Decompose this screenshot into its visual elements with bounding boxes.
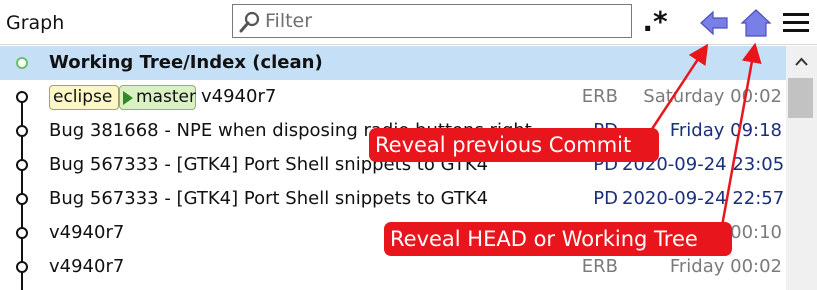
commit-row[interactable]: Bug 567333 - [GTK4] Port Shell snippets …	[0, 182, 786, 216]
callout-reveal-head: Reveal HEAD or Working Tree	[384, 222, 732, 256]
commit-message: Working Tree/Index (clean)	[49, 52, 323, 73]
graph-node	[16, 193, 28, 205]
commit-author: ERB	[581, 256, 618, 277]
filter-box[interactable]	[232, 4, 632, 38]
graph-node	[16, 261, 28, 273]
vertical-scrollbar[interactable]	[786, 46, 817, 290]
graph-node	[16, 125, 28, 137]
commit-row[interactable]: eclipse master v4940r7 ERB Saturday 00:0…	[0, 80, 786, 114]
branch-label-eclipse[interactable]: eclipse	[49, 85, 119, 110]
scrollbar-thumb[interactable]	[788, 78, 813, 118]
regex-toggle-button[interactable]: .*	[638, 4, 672, 40]
back-arrow-icon[interactable]	[698, 8, 730, 38]
callout-reveal-previous: Reveal previous Commit	[369, 128, 659, 162]
home-icon[interactable]	[740, 8, 772, 38]
commit-message: Bug 567333 - [GTK4] Port Shell snippets …	[49, 188, 489, 209]
graph-node	[16, 159, 28, 171]
search-icon	[239, 11, 260, 33]
graph-header: Graph .*	[0, 0, 817, 46]
commit-message: v4940r7	[49, 256, 125, 277]
commit-date: 2020-09-24 22:57	[622, 188, 785, 209]
commit-author: ERB	[581, 86, 618, 107]
scroll-up-icon[interactable]	[786, 48, 817, 76]
head-arrow-icon	[123, 91, 133, 105]
graph-node-working-tree	[16, 57, 28, 69]
graph-node	[16, 91, 28, 103]
commit-graph	[16, 57, 28, 290]
commit-message: v4940r7	[201, 86, 277, 107]
filter-input[interactable]	[265, 8, 615, 34]
commit-date: Saturday 00:02	[643, 86, 782, 107]
branch-label-text: master	[136, 87, 196, 107]
branch-label-master[interactable]: master	[119, 85, 196, 110]
commit-author: PD	[593, 188, 618, 209]
graph-node	[16, 227, 28, 239]
commit-message: v4940r7	[49, 222, 125, 243]
header-divider	[0, 44, 817, 45]
commit-date: Friday 00:02	[669, 256, 782, 277]
commit-row-working-tree[interactable]: Working Tree/Index (clean)	[0, 46, 786, 80]
hamburger-menu-icon[interactable]	[781, 8, 813, 38]
view-title: Graph	[6, 12, 65, 34]
